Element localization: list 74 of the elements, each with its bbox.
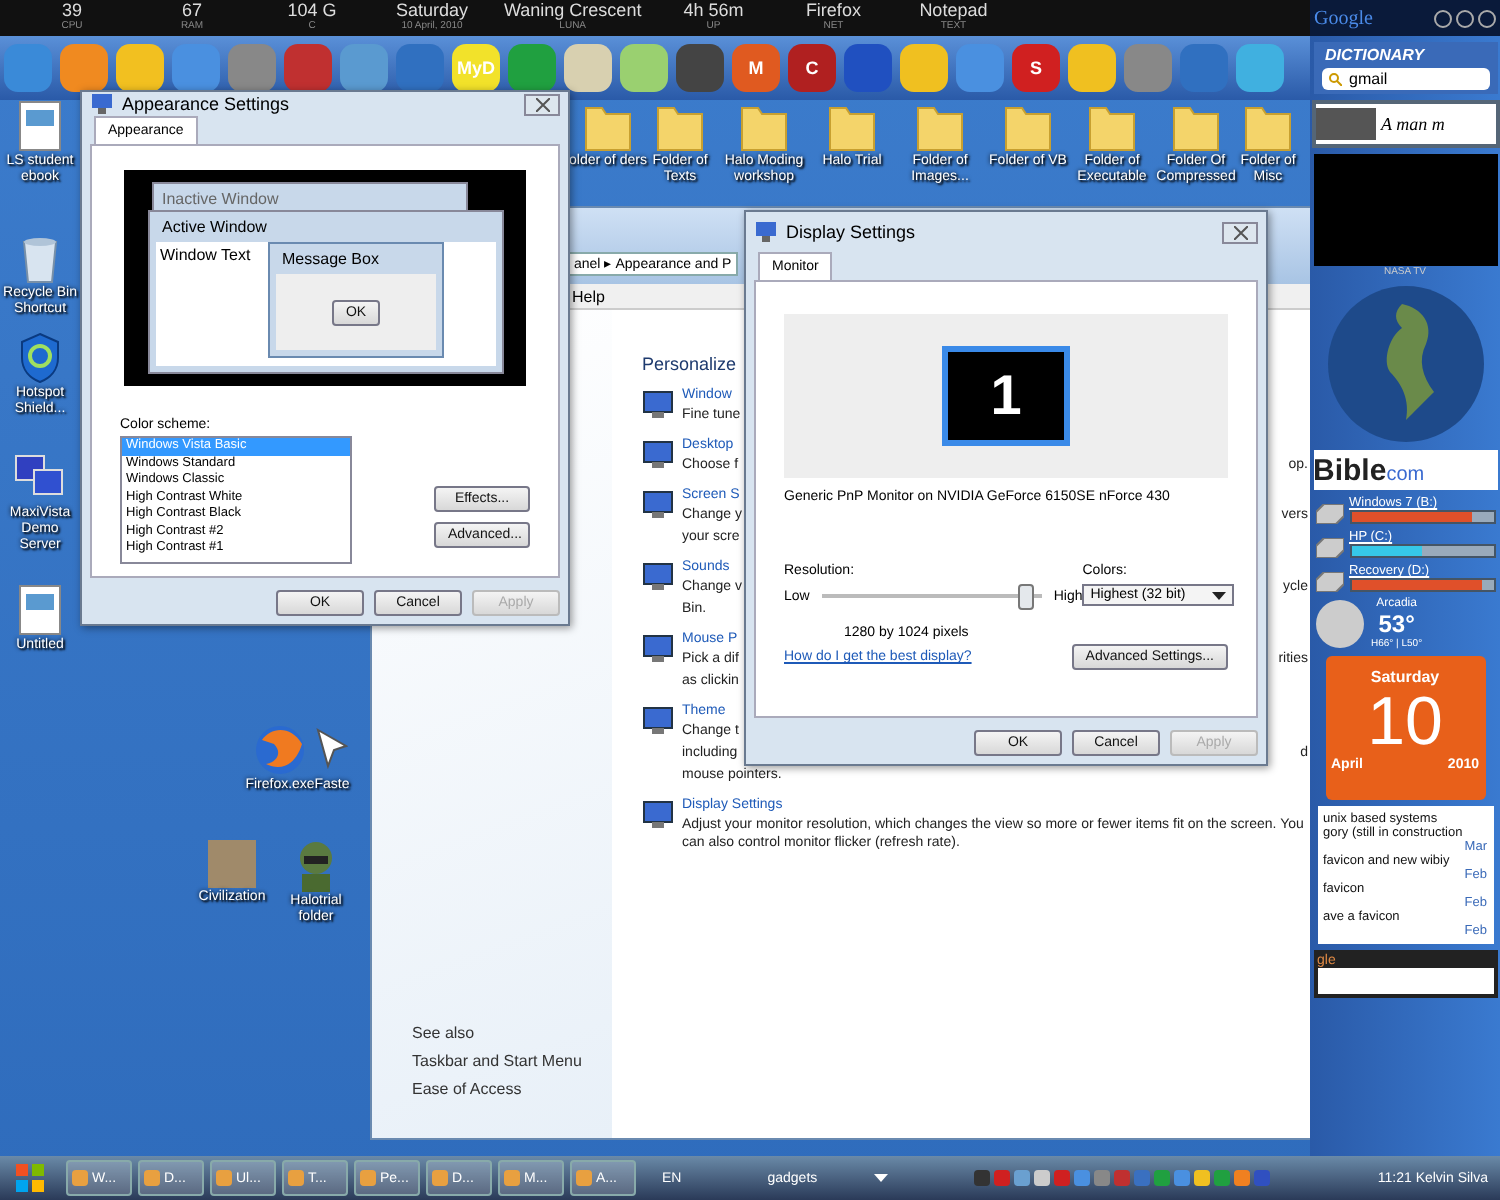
close-button[interactable] — [524, 93, 560, 115]
app-icon[interactable] — [956, 44, 1004, 92]
recycle-bin-icon[interactable] — [18, 232, 62, 284]
app-icon[interactable] — [340, 44, 388, 92]
logo-text: Biblecom — [1313, 453, 1425, 487]
app-icon[interactable] — [396, 44, 444, 92]
help-menu[interactable]: Help — [572, 287, 605, 305]
stat-value: 104 G — [287, 0, 337, 20]
stat-value: Notepad — [919, 0, 988, 20]
quote-text: A man m — [1381, 114, 1445, 134]
window-title: Appearance Settings — [122, 94, 292, 114]
search-icon — [1327, 72, 1341, 86]
monitor-icon — [90, 92, 114, 116]
weather-temperature: 53° — [1378, 610, 1415, 638]
stat-value: 4h 56m — [683, 0, 744, 20]
gadget-title: DICTIONARY — [1323, 46, 1427, 64]
see-also-heading: See also — [412, 1024, 477, 1042]
app-icon[interactable] — [1124, 44, 1172, 92]
stat-value: 39 — [61, 0, 82, 20]
window-title: Display Settings — [786, 222, 918, 242]
close-icon — [1233, 225, 1247, 239]
stat-value: Firefox — [805, 0, 861, 20]
slider-thumb[interactable] — [1018, 584, 1035, 610]
stat-value: 67 — [181, 0, 202, 20]
close-button[interactable] — [1222, 221, 1258, 243]
document-icon[interactable] — [14, 100, 66, 152]
monitor-icon — [642, 798, 674, 830]
app-icon[interactable] — [284, 44, 332, 92]
caret-icon[interactable] — [873, 1174, 888, 1182]
minimize-button[interactable] — [1478, 9, 1496, 27]
app-icon[interactable] — [1180, 44, 1228, 92]
monitor-icon — [642, 560, 674, 592]
calendar-day: 10 — [1367, 686, 1443, 758]
caret-icon — [1212, 591, 1227, 599]
app-icon[interactable] — [1236, 44, 1284, 92]
section-heading: Personalize — [642, 354, 737, 374]
app-icon[interactable]: M — [732, 44, 780, 92]
see-also-link[interactable]: Ease of Access — [412, 1080, 612, 1098]
drive-icon — [1315, 538, 1343, 558]
moon-icon — [1315, 600, 1363, 648]
app-icon[interactable] — [60, 44, 108, 92]
app-icon[interactable]: S — [1012, 44, 1060, 92]
monitor-icon — [754, 220, 778, 244]
add-gadget-button[interactable] — [1434, 9, 1452, 27]
monitor-icon — [642, 632, 674, 664]
stat-value: Waning Crescent — [504, 0, 642, 20]
app-icon[interactable] — [620, 44, 668, 92]
monitor-icon — [642, 704, 674, 736]
shield-icon[interactable] — [18, 332, 62, 384]
app-icon[interactable] — [844, 44, 892, 92]
app-icon[interactable] — [1068, 44, 1116, 92]
app-icon[interactable] — [676, 44, 724, 92]
close-icon — [535, 97, 549, 111]
document-icon[interactable] — [14, 584, 66, 636]
drive-icon — [1315, 504, 1343, 524]
globe-icon[interactable] — [254, 724, 306, 776]
app-icon[interactable] — [900, 44, 948, 92]
stat-value: Saturday — [395, 0, 469, 20]
drive-icon — [1315, 572, 1343, 592]
monitor-icon — [642, 388, 674, 420]
google-logo: Google — [1314, 7, 1375, 29]
photo-placeholder — [1315, 108, 1375, 140]
monitor-icon — [642, 488, 674, 520]
app-icon[interactable]: C — [788, 44, 836, 92]
monitor-icon — [642, 438, 674, 470]
see-also-link[interactable]: Taskbar and Start Menu — [412, 1052, 612, 1070]
dropdown-button[interactable] — [1456, 9, 1474, 27]
app-icon[interactable] — [564, 44, 612, 92]
search-field[interactable] — [1317, 968, 1493, 994]
calendar-weekday: Saturday — [1370, 668, 1440, 686]
app-icon[interactable] — [116, 44, 164, 92]
search-field[interactable]: gmail — [1321, 68, 1489, 90]
monitor-tile[interactable]: 1 — [942, 346, 1070, 446]
windows-logo-icon — [14, 1162, 46, 1194]
